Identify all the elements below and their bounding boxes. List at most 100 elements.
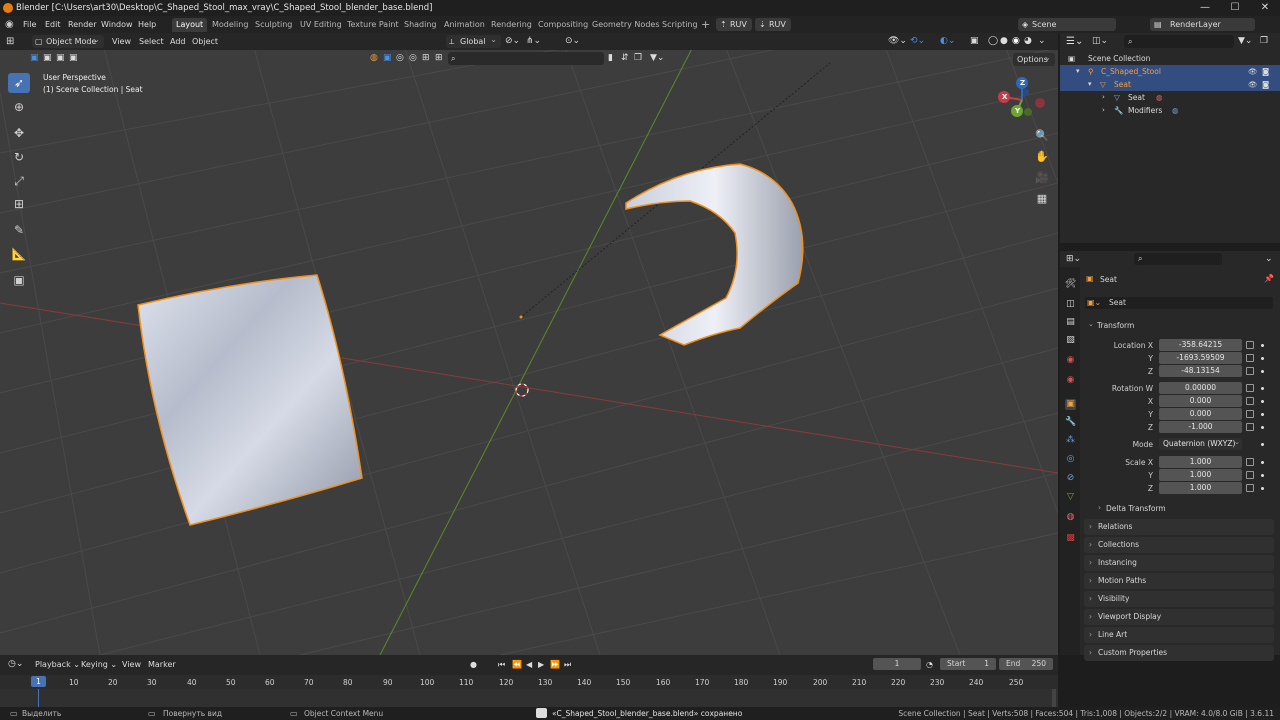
tab-uv-editing[interactable]: UV Editing	[300, 18, 342, 32]
blender-menu-icon[interactable]: ◉	[5, 18, 14, 31]
transform-tool[interactable]: ⊞	[8, 194, 30, 214]
lock-icon[interactable]	[1246, 484, 1254, 492]
xray-icon[interactable]: ▣	[970, 35, 979, 48]
tab-animation[interactable]: Animation	[444, 18, 485, 32]
select-extend-icon[interactable]: ▣	[43, 52, 52, 65]
scene-selector[interactable]: ◈ Scene	[1018, 18, 1116, 31]
color-filter-icon[interactable]: ◍	[370, 52, 378, 65]
layers-icon[interactable]: ❐	[634, 52, 642, 65]
pin-icon[interactable]: 📌	[1264, 274, 1274, 283]
viewport-search-input[interactable]: ⌕	[448, 52, 604, 65]
current-frame-field[interactable]: 1	[873, 658, 921, 670]
pan-hand-icon[interactable]: ✋	[1033, 148, 1051, 166]
visibility-eye-icon[interactable]: 👁	[1248, 65, 1258, 78]
proportional-edit-icon[interactable]: ⊙⌄	[565, 35, 580, 48]
render-camera-icon[interactable]: ◙	[1262, 65, 1269, 78]
keyframe-dot-icon[interactable]	[1261, 426, 1264, 429]
scale-tool[interactable]: ⤢	[8, 171, 30, 191]
tab-geometry-nodes[interactable]: Geometry Nodes	[592, 18, 659, 32]
keyframe-dot-icon[interactable]	[1261, 344, 1264, 347]
panel-visibility[interactable]: Visibility	[1084, 591, 1274, 607]
expand-arrow-icon[interactable]: ▾	[1088, 78, 1092, 91]
lock-icon[interactable]	[1246, 458, 1254, 466]
transform-panel-header[interactable]: ⌄ Transform	[1084, 317, 1274, 333]
menu-add[interactable]: Add	[170, 35, 186, 48]
tab-layout[interactable]: Layout	[172, 18, 208, 32]
tab-sculpting[interactable]: Sculpting	[255, 18, 292, 32]
outliner-filter-icon[interactable]: ▼⌄	[1238, 35, 1252, 48]
tab-scripting[interactable]: Scripting	[662, 18, 698, 32]
scale-y-field[interactable]: 1.000	[1159, 469, 1242, 481]
render-tab-icon[interactable]: ◫	[1065, 299, 1076, 310]
timeline-scrollbar[interactable]	[1052, 689, 1056, 707]
menu-timeline-view[interactable]: View	[122, 658, 141, 671]
overlays-toggle-icon[interactable]: ◐⌄	[940, 35, 955, 48]
scale-x-field[interactable]: 1.000	[1159, 456, 1242, 468]
measure-tool[interactable]: 📐	[8, 244, 30, 264]
close-button[interactable]: ✕	[1250, 0, 1280, 16]
rotation-z-field[interactable]: -1.000	[1159, 421, 1242, 433]
transform-orientation-dropdown[interactable]: ⟂ Global	[446, 33, 501, 48]
c-shaped-seat-object[interactable]	[625, 163, 804, 346]
render-camera-icon[interactable]: ◙	[1262, 78, 1269, 91]
constraints-tab-icon[interactable]: ⊘	[1065, 473, 1076, 484]
select-new-icon[interactable]: ▣	[30, 52, 39, 65]
scale-z-field[interactable]: 1.000	[1159, 482, 1242, 494]
tab-shading[interactable]: Shading	[404, 18, 437, 32]
jump-keyframe-back-icon[interactable]: ⏪	[512, 658, 522, 671]
lock-icon[interactable]	[1246, 367, 1254, 375]
keyframe-dot-icon[interactable]	[1261, 474, 1264, 477]
gizmo-toggle-icon[interactable]: ⟲⌄	[910, 35, 925, 48]
keyframe-dot-icon[interactable]	[1261, 487, 1264, 490]
shading-options-icon[interactable]: ⌄	[1038, 35, 1046, 48]
render-layer-selector[interactable]: ▤ RenderLayer	[1150, 18, 1255, 31]
expand-arrow-icon[interactable]: ›	[1102, 104, 1105, 117]
menu-select[interactable]: Select	[139, 35, 164, 48]
outliner-row-seat[interactable]: ▾ ▽ Seat 👁 ◙	[1060, 78, 1280, 91]
menu-file[interactable]: File	[23, 18, 36, 31]
physics-tab-icon[interactable]: ◎	[1065, 454, 1076, 465]
mode-dropdown[interactable]: ▢ Object Mode	[32, 33, 104, 48]
expand-arrow-icon[interactable]: ›	[1102, 91, 1105, 104]
start-frame-field[interactable]: Start 1	[940, 658, 996, 670]
select-subtract-icon[interactable]: ▣	[56, 52, 65, 65]
3d-viewport[interactable]: Z X Y User Perspective (1) Scene Collect…	[0, 33, 1058, 655]
panel-collections[interactable]: Collections	[1084, 537, 1274, 553]
play-reverse-icon[interactable]: ◀	[526, 658, 532, 671]
outliner-row-modifiers[interactable]: › 🔧 Modifiers ◍	[1060, 104, 1280, 117]
display-mode-icon[interactable]: ◫⌄	[1092, 35, 1108, 48]
particles-tab-icon[interactable]: ⁂	[1065, 435, 1076, 446]
menu-render[interactable]: Render	[68, 18, 96, 31]
properties-editor-icon[interactable]: ⊞⌄	[1066, 253, 1081, 266]
output-tab-icon[interactable]: ▤	[1065, 317, 1076, 328]
panel-viewport-display[interactable]: Viewport Display	[1084, 609, 1274, 625]
rotation-y-field[interactable]: 0.000	[1159, 408, 1242, 420]
shading-wireframe-icon[interactable]: ◯	[988, 35, 998, 48]
jump-keyframe-forward-icon[interactable]: ⏩	[550, 658, 560, 671]
rotation-mode-dropdown[interactable]: Quaternion (WXYZ)	[1159, 438, 1242, 450]
expand-arrow-icon[interactable]: ▾	[1076, 65, 1080, 78]
panel-line-art[interactable]: Line Art	[1084, 627, 1274, 643]
timeline-editor-icon[interactable]: ◷⌄	[8, 658, 23, 671]
location-z-field[interactable]: -48.13154	[1159, 365, 1242, 377]
keyframe-dot-icon[interactable]	[1261, 357, 1264, 360]
move-tool[interactable]: ✥	[8, 123, 30, 143]
bookmark-icon[interactable]: ▮	[608, 52, 613, 65]
zoom-icon[interactable]: 🔍	[1033, 127, 1051, 145]
playhead-frame-badge[interactable]: 1	[31, 676, 46, 687]
panel-custom-properties[interactable]: Custom Properties	[1084, 645, 1274, 661]
panel-instancing[interactable]: Instancing	[1084, 555, 1274, 571]
filter-mesh-icon[interactable]: ▣	[383, 52, 392, 65]
outliner-scene-collection[interactable]: ▣ Scene Collection	[1060, 52, 1280, 65]
pivot-icon[interactable]: ⊘⌄	[505, 35, 520, 48]
delta-transform-subpanel[interactable]: › Delta Transform	[1094, 502, 1272, 516]
object-tab-icon[interactable]: ▣	[1065, 399, 1076, 410]
tab-texture-paint[interactable]: Texture Paint	[347, 18, 399, 32]
menu-marker[interactable]: Marker	[148, 658, 176, 671]
menu-keying[interactable]: Keying ⌄	[81, 658, 117, 671]
material-tab-icon[interactable]: ◍	[1065, 512, 1076, 523]
filter-other-icon[interactable]: ⊞	[435, 52, 443, 65]
end-frame-field[interactable]: End 250	[999, 658, 1053, 670]
location-x-field[interactable]: -358.64215	[1159, 339, 1242, 351]
tab-rendering[interactable]: Rendering	[491, 18, 532, 32]
